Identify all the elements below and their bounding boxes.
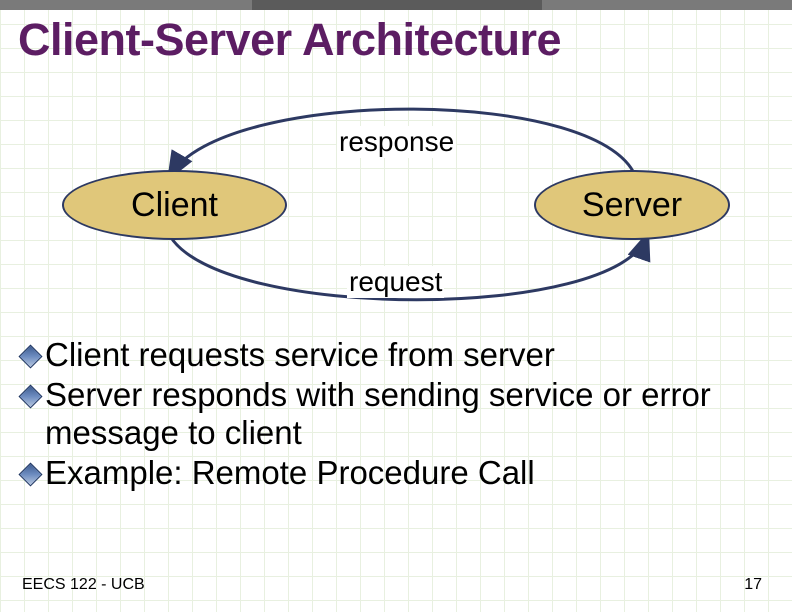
list-item: Example: Remote Procedure Call: [22, 454, 762, 492]
top-border-band-accent: [252, 0, 542, 10]
server-node-text: Server: [582, 186, 682, 225]
bullet-text: Example: Remote Procedure Call: [45, 454, 535, 492]
response-label: response: [337, 126, 456, 158]
client-node-text: Client: [131, 186, 218, 225]
diamond-bullet-icon: [18, 344, 42, 368]
client-server-diagram: response Client Server request: [62, 96, 730, 316]
client-node: Client: [62, 170, 287, 240]
diamond-bullet-icon: [18, 384, 42, 408]
bullet-text: Client requests service from server: [45, 336, 555, 374]
page-title: Client-Server Architecture: [18, 14, 561, 66]
list-item: Server responds with sending service or …: [22, 376, 762, 452]
request-label: request: [347, 266, 444, 298]
bullet-list: Client requests service from server Serv…: [22, 336, 762, 494]
footer-course: EECS 122 - UCB: [22, 576, 145, 594]
bullet-text: Server responds with sending service or …: [45, 376, 745, 452]
server-node: Server: [534, 170, 730, 240]
list-item: Client requests service from server: [22, 336, 762, 374]
diamond-bullet-icon: [18, 462, 42, 486]
slide-number: 17: [744, 576, 762, 594]
